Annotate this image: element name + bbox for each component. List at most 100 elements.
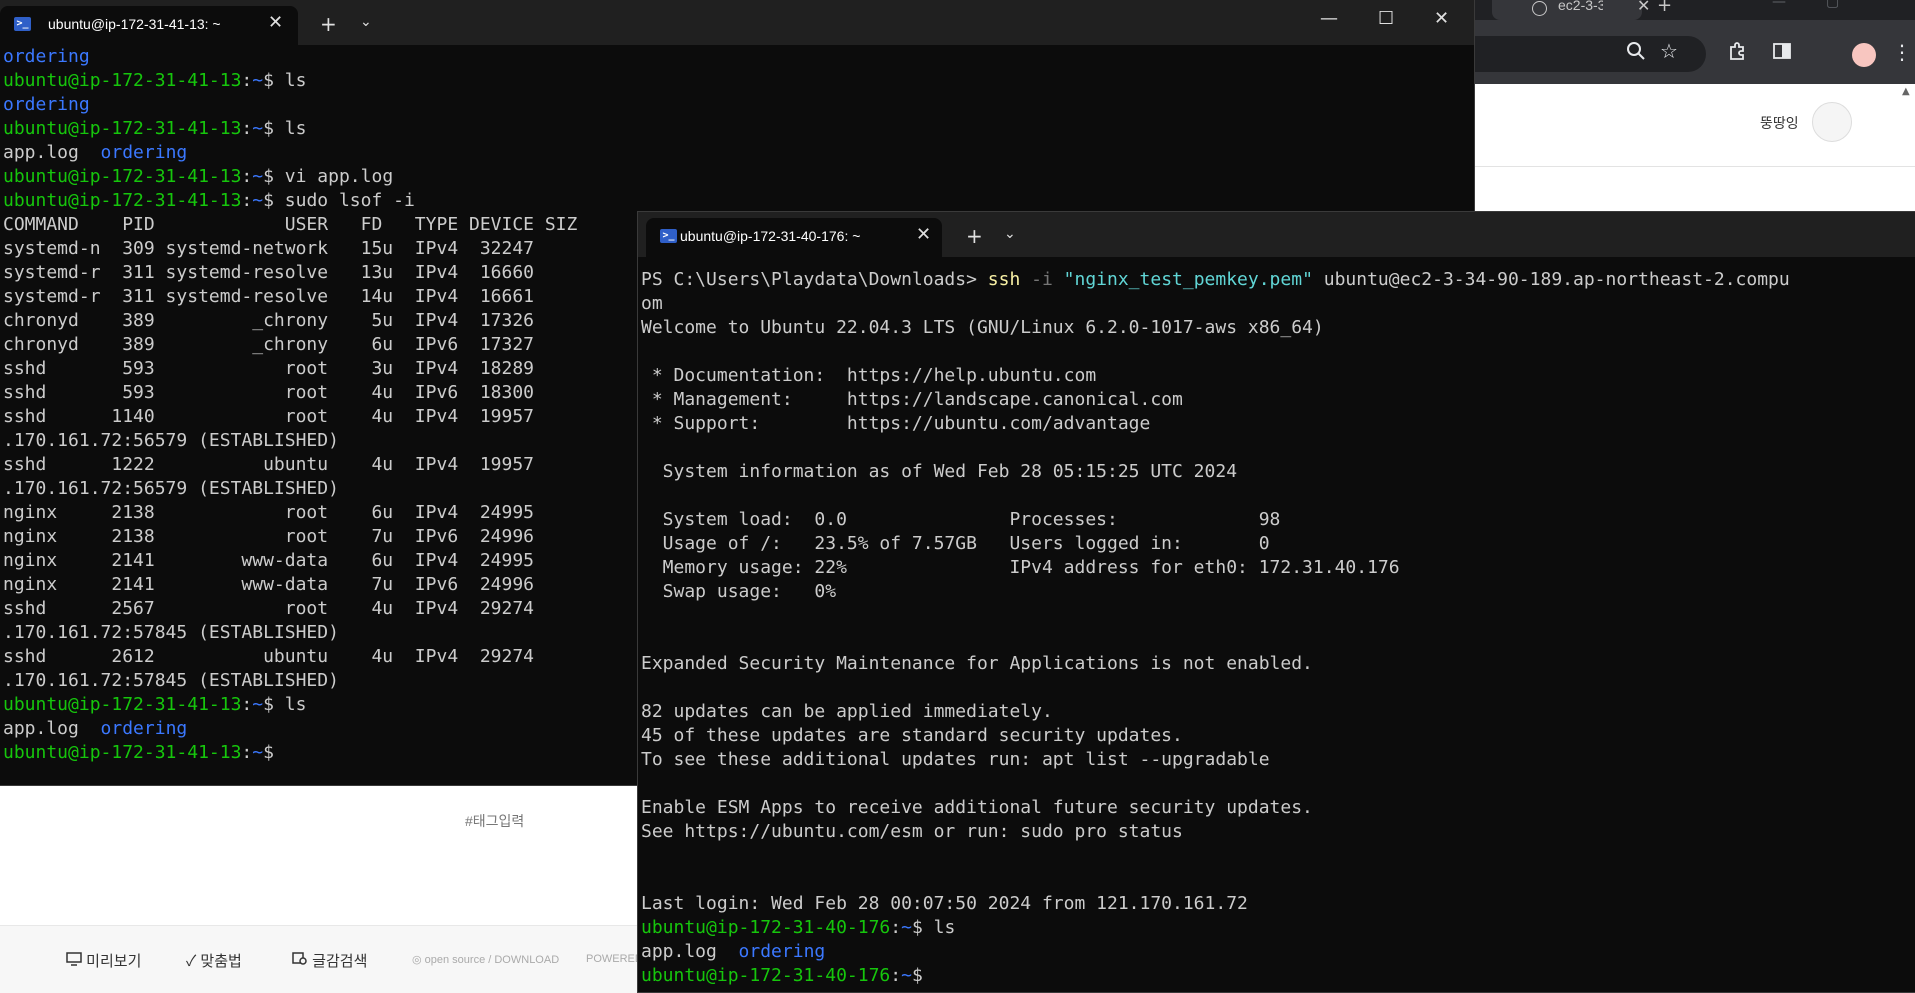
- terminal-line: 82 updates can be applied immediately.: [638, 700, 1915, 724]
- terminal-line: Memory usage: 22% IPv4 address for eth0:…: [638, 556, 1915, 580]
- spellcheck-label: 맞춤법: [200, 953, 242, 970]
- zoom-icon[interactable]: [1626, 41, 1646, 66]
- terminal-line: To see these additional updates run: apt…: [638, 748, 1915, 772]
- tag-input[interactable]: #태그입력: [465, 811, 524, 831]
- terminal-line: ubuntu@ip-172-31-41-13:~$ sudo lsof -i: [0, 189, 1474, 213]
- terminal-text: -i: [1020, 269, 1064, 290]
- terminal-text: Welcome to Ubuntu 22.04.3 LTS (GNU/Linux…: [641, 317, 1324, 338]
- terminal-text: 82 updates can be applied immediately.: [641, 701, 1053, 722]
- terminal-text: System load: 0.0 Processes: 98: [641, 509, 1281, 530]
- terminal-output[interactable]: PS C:\Users\Playdata\Downloads> ssh -i "…: [638, 268, 1915, 992]
- terminal-text: chronyd 389 _chrony 5u IPv4 17326: [3, 310, 535, 331]
- terminal-text: PS C:\Users\Playdata\Downloads>: [641, 269, 988, 290]
- terminal-text: sshd 593 root 3u IPv4 18289: [3, 358, 535, 379]
- spellcheck-button[interactable]: ✓ 맞춤법: [186, 950, 242, 971]
- editor-footer: 미리보기 ✓ 맞춤법 글감검색 ◎ open source / DOWNLOAD…: [0, 925, 643, 993]
- opensource-link[interactable]: ◎ open source / DOWNLOAD: [412, 953, 559, 966]
- profile-avatar[interactable]: [1852, 43, 1876, 67]
- address-bar[interactable]: ☆: [1474, 36, 1706, 72]
- terminal-text: sshd 1222 ubuntu 4u IPv4 19957: [3, 454, 535, 475]
- preview-label: 미리보기: [86, 953, 142, 970]
- preview-button[interactable]: 미리보기: [66, 950, 141, 971]
- terminal-text: sshd 1140 root 4u IPv4 19957: [3, 406, 535, 427]
- terminal-titlebar: >_ ubuntu@ip-172-31-40-176: ~ ✕ + ⌄: [638, 212, 1915, 257]
- terminal-tab-title: ubuntu@ip-172-31-40-176: ~: [680, 228, 861, 244]
- terminal-text: nginx 2138 root 7u IPv6 24996: [3, 526, 535, 547]
- new-tab-button[interactable]: +: [1657, 0, 1672, 16]
- terminal-text: sshd 593 root 4u IPv6 18300: [3, 382, 535, 403]
- terminal-text: :: [241, 694, 253, 715]
- terminal-text: "nginx_test_pemkey.pem": [1063, 269, 1313, 290]
- terminal-line: ubuntu@ip-172-31-41-13:~$ ls: [0, 117, 1474, 141]
- close-icon[interactable]: ✕: [268, 12, 283, 33]
- menu-icon[interactable]: ⋮: [1892, 40, 1912, 64]
- user-profile-icon[interactable]: [1812, 102, 1852, 142]
- terminal-text: ~: [252, 118, 264, 139]
- new-tab-plus-icon[interactable]: +: [966, 224, 983, 248]
- terminal-text: * Management: https://landscape.canonica…: [641, 389, 1183, 410]
- close-icon[interactable]: ✕: [1637, 0, 1650, 15]
- terminal-text: ~: [901, 917, 912, 938]
- terminal-line: Enable ESM Apps to receive additional fu…: [638, 796, 1915, 820]
- terminal-line: om: [638, 292, 1915, 316]
- sidepanel-icon[interactable]: [1772, 41, 1792, 66]
- terminal-line: ubuntu@ip-172-31-40-176:~$ ls: [638, 916, 1915, 940]
- terminal-text: $ ls: [263, 70, 307, 91]
- terminal-text: Last login: Wed Feb 28 00:07:50 2024 fro…: [641, 893, 1248, 914]
- terminal-text: chronyd 389 _chrony 6u IPv6 17327: [3, 334, 535, 355]
- close-icon[interactable]: ✕: [916, 224, 931, 245]
- terminal-tab[interactable]: >_ ubuntu@ip-172-31-41-13: ~ ✕: [0, 6, 298, 45]
- terminal-text: 45 of these updates are standard securit…: [641, 725, 1183, 746]
- terminal-text: ~: [252, 742, 264, 763]
- search-label: 글감검색: [312, 953, 368, 970]
- terminal-text: ordering: [3, 94, 90, 115]
- terminal-line: * Support: https://ubuntu.com/advantage: [638, 412, 1915, 436]
- terminal-text: $ ls: [263, 694, 307, 715]
- maximize-icon[interactable]: ▢: [1826, 0, 1839, 10]
- chevron-down-icon[interactable]: ⌄: [1004, 226, 1016, 242]
- terminal-tab[interactable]: >_ ubuntu@ip-172-31-40-176: ~ ✕: [646, 218, 942, 257]
- spellcheck-icon: ✓: [186, 953, 197, 970]
- terminal-line: 45 of these updates are standard securit…: [638, 724, 1915, 748]
- minimize-icon[interactable]: —: [1772, 0, 1786, 10]
- search-button[interactable]: 글감검색: [292, 950, 367, 971]
- chevron-down-icon[interactable]: ⌄: [360, 14, 372, 30]
- terminal-text: ordering: [3, 46, 90, 67]
- username[interactable]: 뚱땅잉: [1760, 113, 1799, 133]
- terminal-text: ~: [252, 694, 264, 715]
- browser-tab[interactable]: ec2-3-3 ✕: [1492, 0, 1650, 20]
- extensions-icon[interactable]: [1728, 41, 1748, 66]
- scroll-up-icon[interactable]: ▲: [1902, 86, 1910, 97]
- terminal-text: ~: [252, 190, 264, 211]
- new-tab-plus-icon[interactable]: +: [320, 12, 337, 36]
- terminal-text: ubuntu@ip-172-31-40-176: [641, 965, 891, 986]
- terminal-line: ordering: [0, 45, 1474, 69]
- terminal-line: Welcome to Ubuntu 22.04.3 LTS (GNU/Linux…: [638, 316, 1915, 340]
- terminal-text: * Documentation: https://help.ubuntu.com: [641, 365, 1097, 386]
- terminal-text: $ vi app.log: [263, 166, 394, 187]
- terminal-text: ordering: [738, 941, 826, 962]
- star-icon[interactable]: ☆: [1660, 39, 1678, 63]
- terminal-line: ubuntu@ip-172-31-40-176:~$: [638, 964, 1915, 988]
- terminal-text: sshd 2612 ubuntu 4u IPv4 29274: [3, 646, 535, 667]
- terminal-window-2[interactable]: >_ ubuntu@ip-172-31-40-176: ~ ✕ + ⌄ PS C…: [638, 212, 1915, 992]
- terminal-text: app.log: [641, 941, 739, 962]
- terminal-text: * Support: https://ubuntu.com/advantage: [641, 413, 1151, 434]
- powershell-icon: >_: [660, 229, 677, 243]
- search-icon: [292, 952, 307, 965]
- terminal-text: .170.161.72:57845 (ESTABLISHED): [3, 622, 339, 643]
- maximize-icon[interactable]: ☐: [1378, 8, 1394, 29]
- close-window-icon[interactable]: ✕: [1434, 8, 1449, 29]
- terminal-text: Enable ESM Apps to receive additional fu…: [641, 797, 1313, 818]
- opensource-label: open source / DOWNLOAD: [424, 954, 560, 966]
- minimize-icon[interactable]: —: [1320, 8, 1338, 29]
- terminal-text: .170.161.72:56579 (ESTABLISHED): [3, 478, 339, 499]
- terminal-text: COMMAND PID USER FD TYPE DEVICE SIZ: [3, 214, 578, 235]
- terminal-line: System load: 0.0 Processes: 98: [638, 508, 1915, 532]
